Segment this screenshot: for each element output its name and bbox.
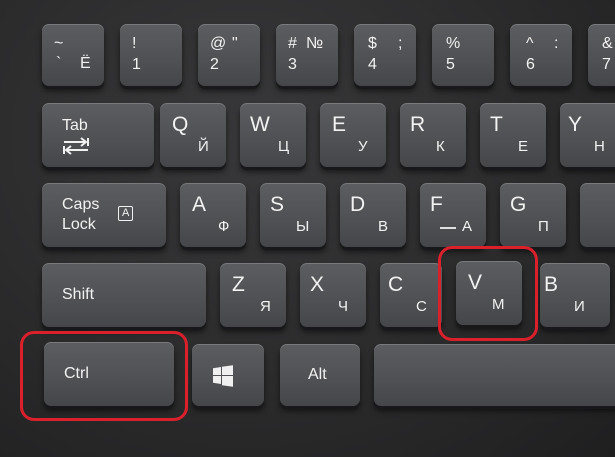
- key-windows[interactable]: [192, 344, 264, 406]
- key-tab-label: Tab: [62, 117, 88, 134]
- key-s-cyr: Ы: [296, 218, 310, 235]
- key-2-main: 2: [210, 56, 219, 73]
- key-y[interactable]: Y Н: [560, 103, 615, 167]
- key-7-main: 7: [602, 56, 611, 73]
- highlight-v: [438, 246, 538, 341]
- key-e[interactable]: E У: [320, 103, 386, 167]
- key-r-cyr: К: [436, 138, 445, 155]
- key-alt[interactable]: Alt: [280, 344, 360, 406]
- key-1-main: 1: [132, 56, 141, 73]
- key-tilde-mid: `: [56, 55, 62, 72]
- key-7-top: &: [602, 35, 613, 52]
- key-a-lat: A: [192, 193, 207, 216]
- key-f-lat: F: [430, 193, 443, 216]
- key-q-cyr: Й: [198, 138, 209, 155]
- key-alt-label: Alt: [308, 366, 327, 383]
- key-2[interactable]: @ " 2: [198, 24, 260, 86]
- key-z-cyr: Я: [260, 298, 271, 315]
- key-y-lat: Y: [568, 113, 583, 136]
- key-z-lat: Z: [232, 273, 245, 296]
- key-space[interactable]: [374, 344, 615, 406]
- key-q-lat: Q: [172, 113, 189, 136]
- key-3-alt: №: [306, 35, 324, 52]
- key-3-top: #: [288, 35, 297, 52]
- key-4-alt: ;: [398, 35, 403, 52]
- key-t-lat: T: [490, 113, 503, 136]
- key-4[interactable]: $ ; 4: [354, 24, 416, 86]
- key-x[interactable]: X Ч: [300, 263, 366, 327]
- key-b[interactable]: B И: [540, 263, 610, 327]
- key-x-lat: X: [310, 273, 325, 296]
- key-3-main: 3: [288, 56, 297, 73]
- key-6-main: 6: [526, 56, 535, 73]
- key-caps-lock[interactable]: Caps Lock A: [42, 183, 166, 247]
- key-w-lat: W: [250, 113, 270, 136]
- key-3[interactable]: # № 3: [276, 24, 338, 86]
- key-tilde[interactable]: ~ ` Ё: [42, 24, 104, 86]
- key-c-cyr: С: [416, 298, 427, 315]
- key-4-main: 4: [368, 56, 377, 73]
- key-a-cyr: Ф: [218, 218, 230, 235]
- key-6-top: ^: [526, 35, 534, 52]
- key-a[interactable]: A Ф: [180, 183, 246, 247]
- caps-lock-indicator-icon: A: [118, 206, 134, 221]
- key-e-lat: E: [332, 113, 347, 136]
- key-q[interactable]: Q Й: [160, 103, 226, 167]
- windows-logo-icon: [213, 365, 233, 387]
- key-tab[interactable]: Tab: [42, 103, 154, 167]
- highlight-ctrl: [20, 331, 188, 421]
- key-y-cyr: Н: [594, 138, 605, 155]
- key-b-cyr: И: [574, 298, 585, 315]
- key-5-main: 5: [446, 56, 455, 73]
- key-shift[interactable]: Shift: [42, 263, 206, 327]
- key-tilde-top: ~: [54, 35, 64, 52]
- key-x-cyr: Ч: [338, 298, 348, 315]
- keyboard: ~ ` Ё ! 1 @ " 2 # № 3 $ ; 4 % 5 ^ : 6 & …: [0, 0, 615, 457]
- key-w-cyr: Ц: [278, 138, 290, 155]
- key-5-top: %: [446, 35, 461, 52]
- key-c-lat: C: [388, 273, 404, 296]
- key-c[interactable]: C С: [380, 263, 442, 327]
- key-d-lat: D: [350, 193, 366, 216]
- key-5[interactable]: % 5: [432, 24, 494, 86]
- key-tilde-cyr: Ё: [80, 55, 91, 72]
- key-d-cyr: В: [378, 218, 389, 235]
- key-caps-line2: Lock: [62, 216, 96, 233]
- key-g-lat: G: [510, 193, 527, 216]
- key-1[interactable]: ! 1: [120, 24, 182, 86]
- key-6[interactable]: ^ : 6: [510, 24, 572, 86]
- key-1-top: !: [132, 35, 137, 52]
- key-caps-line1: Caps: [62, 196, 100, 213]
- key-w[interactable]: W Ц: [240, 103, 306, 167]
- key-2-top: @: [210, 35, 227, 52]
- key-s[interactable]: S Ы: [260, 183, 326, 247]
- key-b-lat: B: [544, 273, 559, 296]
- key-t-cyr: Е: [518, 138, 529, 155]
- key-t[interactable]: T Е: [480, 103, 546, 167]
- key-h-partial[interactable]: [580, 183, 615, 247]
- key-shift-label: Shift: [62, 286, 95, 303]
- key-r[interactable]: R К: [400, 103, 466, 167]
- key-g[interactable]: G П: [500, 183, 566, 247]
- key-r-lat: R: [410, 113, 426, 136]
- key-d[interactable]: D В: [340, 183, 406, 247]
- key-z[interactable]: Z Я: [220, 263, 286, 327]
- key-g-cyr: П: [538, 218, 549, 235]
- key-7[interactable]: & 7: [588, 24, 615, 86]
- key-f-cyr: А: [462, 218, 473, 235]
- key-2-quote: ": [232, 35, 238, 52]
- key-6-alt: :: [554, 35, 559, 52]
- key-4-top: $: [368, 35, 377, 52]
- key-f-homing-bar: [440, 227, 456, 229]
- key-s-lat: S: [270, 193, 285, 216]
- tab-arrows-icon: [63, 137, 89, 155]
- key-f[interactable]: F А: [420, 183, 486, 247]
- key-e-cyr: У: [358, 138, 368, 155]
